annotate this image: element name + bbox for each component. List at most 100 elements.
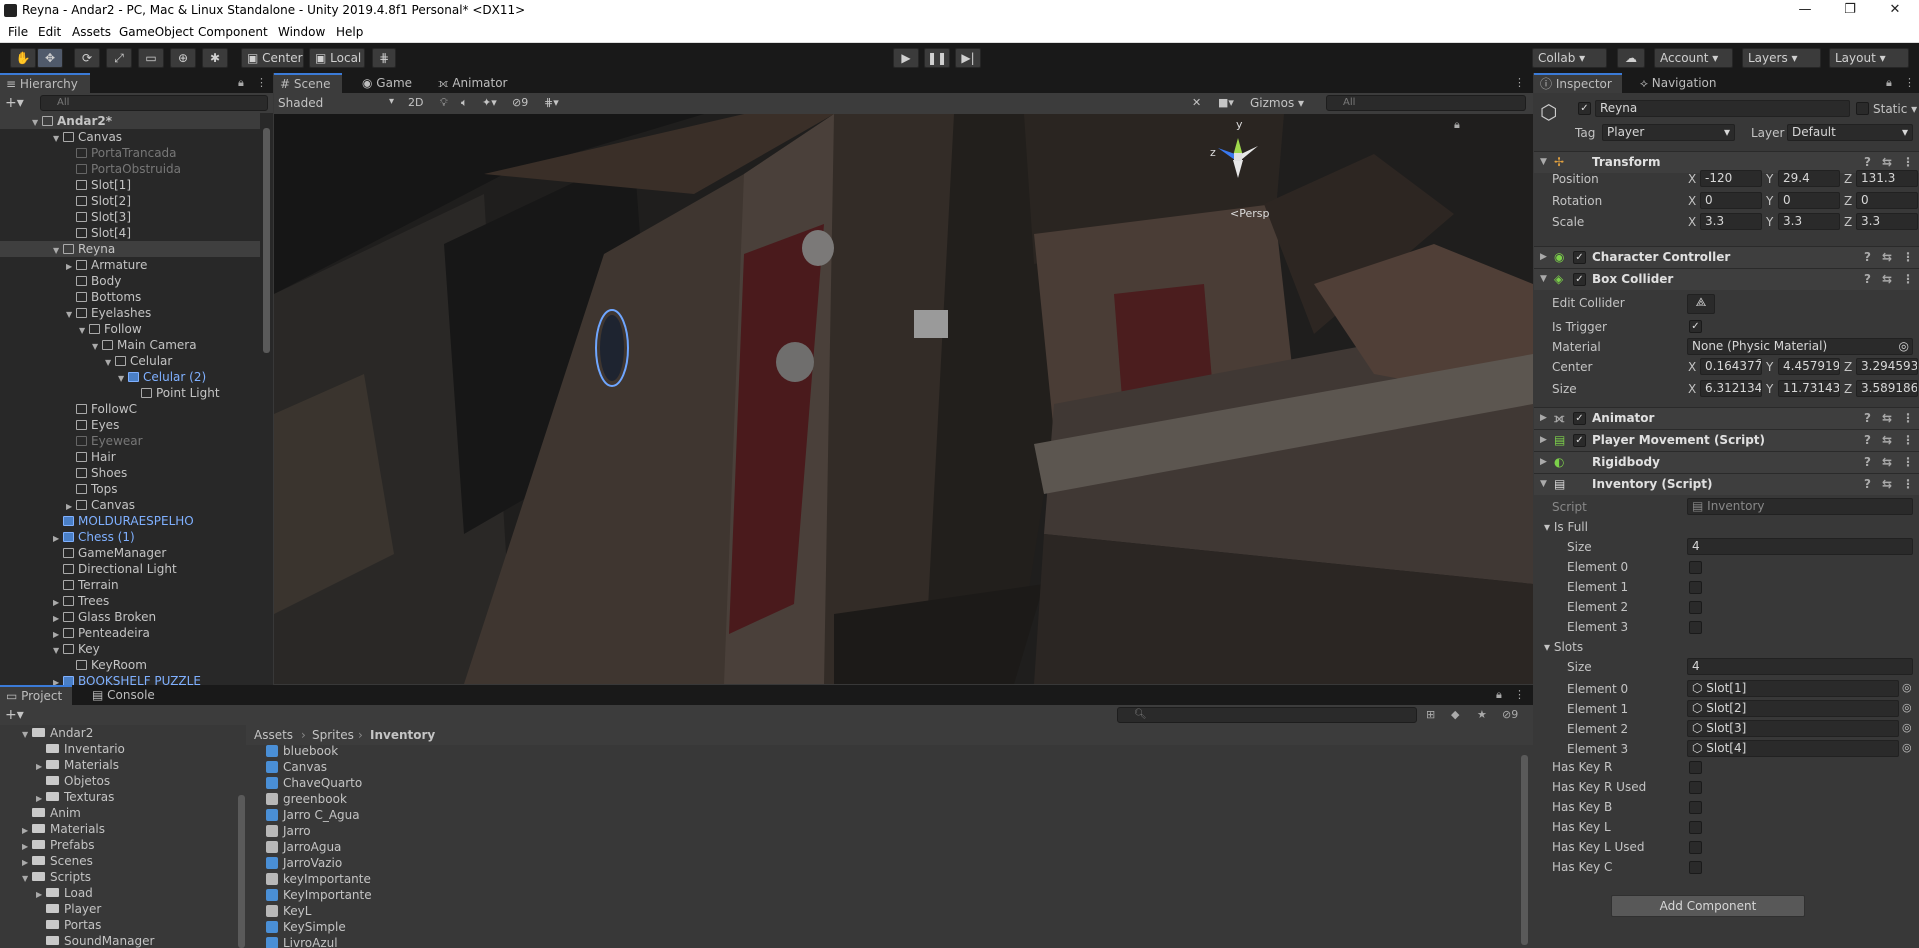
axis-y-label[interactable]: Y	[1766, 215, 1773, 229]
is-full-element-checkbox[interactable]	[1689, 561, 1702, 574]
hierarchy-item[interactable]: ▼ Follow	[0, 321, 260, 337]
axis-z-label[interactable]: Z	[1844, 172, 1852, 186]
shading-mode-dropdown[interactable]: Shaded	[278, 96, 323, 110]
object-picker-icon[interactable]: ◎	[1902, 721, 1912, 734]
is-trigger-checkbox[interactable]: ✓	[1689, 320, 1702, 333]
preset-icon[interactable]: ⇆	[1882, 408, 1892, 429]
preset-icon[interactable]: ⇆	[1882, 247, 1892, 268]
folder-tree-item[interactable]: ▼ Scripts	[0, 869, 91, 885]
folder-tree-item[interactable]: Player	[0, 901, 101, 917]
box-size-y-field[interactable]: 11.73143	[1778, 380, 1840, 397]
move-tool-icon[interactable]: ✥	[37, 48, 63, 68]
inspector-lock-icon[interactable]: 🔒︎	[1886, 76, 1892, 90]
box-size-z-field[interactable]: 3.589186	[1856, 380, 1918, 397]
rigidbody-header[interactable]: ▶ ◐ Rigidbody ? ⇆ ⋮	[1534, 451, 1919, 473]
component-menu-icon[interactable]: ⋮	[1902, 430, 1914, 451]
rotation-y-field[interactable]: 0	[1778, 192, 1840, 209]
rect-tool-icon[interactable]: ▭	[138, 48, 164, 68]
component-menu-icon[interactable]: ⋮	[1902, 269, 1914, 290]
slot-object-field[interactable]: ⬡ Slot[4]	[1687, 740, 1899, 757]
static-label[interactable]: Static ▾	[1873, 102, 1917, 116]
layers-dropdown[interactable]: Layers ▾	[1742, 48, 1821, 68]
hierarchy-item[interactable]: Bottoms	[0, 289, 260, 305]
folder-tree-item[interactable]: ▶ Load	[0, 885, 93, 901]
slot-object-field[interactable]: ⬡ Slot[2]	[1687, 700, 1899, 717]
object-name-field[interactable]: Reyna	[1595, 100, 1850, 117]
folder-tree-item[interactable]: ▼ Andar2	[0, 725, 93, 741]
box-center-z-field[interactable]: 3.294593	[1856, 358, 1918, 375]
is-full-element-checkbox[interactable]	[1689, 621, 1702, 634]
hierarchy-item[interactable]: ▶ Canvas	[0, 497, 260, 513]
folder-tree-item[interactable]: Objetos	[0, 773, 110, 789]
viewport-lock-icon[interactable]: 🔒︎	[1454, 118, 1460, 132]
menu-component[interactable]: Component	[198, 25, 268, 39]
asset-item[interactable]: KeySimple	[266, 919, 346, 935]
help-icon[interactable]: ?	[1864, 269, 1871, 290]
scene-search-input[interactable]: All	[1326, 95, 1526, 111]
help-icon[interactable]: ?	[1864, 408, 1871, 429]
hierarchy-item[interactable]: ▶ Trees	[0, 593, 260, 609]
hierarchy-item[interactable]: ▼ Reyna	[0, 241, 260, 257]
position-y-field[interactable]: 29.4	[1778, 170, 1840, 187]
tab-project[interactable]: ▭ Project	[0, 685, 72, 705]
folder-tree-item[interactable]: ▶ Texturas	[0, 789, 114, 805]
object-picker-icon[interactable]: ◎	[1902, 701, 1912, 714]
hidden-packages-icon[interactable]: ⊘9	[1502, 708, 1518, 721]
asset-item[interactable]: bluebook	[266, 745, 338, 759]
hierarchy-item[interactable]: Slot[2]	[0, 193, 260, 209]
help-icon[interactable]: ?	[1864, 430, 1871, 451]
bool-field-checkbox[interactable]	[1689, 781, 1702, 794]
audio-toggle-icon[interactable]: 🔈︎	[461, 96, 468, 110]
preset-icon[interactable]: ⇆	[1882, 474, 1892, 495]
object-picker-icon[interactable]: ◎	[1902, 681, 1912, 694]
box-size-x-field[interactable]: 6.312134	[1700, 380, 1762, 397]
tab-game[interactable]: ◉ Game	[356, 73, 416, 93]
hierarchy-search-input[interactable]: All	[40, 95, 268, 111]
project-search-input[interactable]: 🔍︎	[1117, 707, 1417, 723]
play-button-icon[interactable]: ▶	[893, 48, 919, 68]
scale-y-field[interactable]: 3.3	[1778, 213, 1840, 230]
hierarchy-item[interactable]: ▶ Armature	[0, 257, 260, 273]
menu-help[interactable]: Help	[336, 25, 363, 39]
tag-dropdown[interactable]: Player ▾	[1602, 124, 1735, 141]
player-movement-header[interactable]: ▶ ▤ ✓ Player Movement (Script) ? ⇆ ⋮	[1534, 429, 1919, 451]
hierarchy-item[interactable]: Point Light	[0, 385, 260, 401]
project-more-icon[interactable]: ⋮	[1514, 688, 1525, 701]
hierarchy-item[interactable]: Slot[4]	[0, 225, 260, 241]
asset-item[interactable]: keyImportante	[266, 871, 371, 887]
menu-assets[interactable]: Assets	[72, 25, 111, 39]
layer-dropdown[interactable]: Default ▾	[1787, 124, 1913, 141]
close-button[interactable]: ✕	[1880, 2, 1910, 17]
perspective-label[interactable]: <Persp	[1230, 207, 1269, 220]
axis-y-label[interactable]: Y	[1766, 360, 1773, 374]
asset-item[interactable]: greenbook	[266, 791, 347, 807]
slots-foldout[interactable]: ▾ Slots	[1544, 640, 1583, 654]
filter-type-icon[interactable]: ⊞	[1426, 708, 1435, 721]
asset-item[interactable]: JarroVazio	[266, 855, 342, 871]
asset-item[interactable]: Jarro C_Agua	[266, 807, 360, 823]
menu-edit[interactable]: Edit	[38, 25, 61, 39]
layout-dropdown[interactable]: Layout ▾	[1829, 48, 1909, 68]
pause-button-icon[interactable]: ❚❚	[924, 48, 950, 68]
hand-tool-icon[interactable]: ✋	[10, 48, 36, 68]
create-plus-icon[interactable]: +▾	[5, 95, 24, 111]
box-collider-header[interactable]: ▼ ◈ ✓ Box Collider ? ⇆ ⋮	[1534, 268, 1919, 290]
help-icon[interactable]: ?	[1864, 474, 1871, 495]
hidden-objects-icon[interactable]: ⊘9	[512, 96, 528, 109]
folder-tree-item[interactable]: ▶ Scenes	[0, 853, 93, 869]
position-z-field[interactable]: 131.3	[1856, 170, 1918, 187]
folder-tree-item[interactable]: Inventario	[0, 741, 125, 757]
is-full-element-checkbox[interactable]	[1689, 581, 1702, 594]
is-full-size-field[interactable]: 4	[1687, 538, 1913, 555]
hierarchy-item[interactable]: ▼ Celular (2)	[0, 369, 260, 385]
box-collider-enabled-checkbox[interactable]: ✓	[1573, 273, 1586, 286]
character-controller-header[interactable]: ▶ ◉ ✓ Character Controller ? ⇆ ⋮	[1534, 246, 1919, 268]
component-menu-icon[interactable]: ⋮	[1902, 408, 1914, 429]
scene-root-item[interactable]: ▼ Andar2*	[0, 113, 260, 129]
hierarchy-item[interactable]: ▼ Canvas	[0, 129, 260, 145]
animator-header[interactable]: ▶ ⟗ ✓ Animator ? ⇆ ⋮	[1534, 407, 1919, 429]
character-controller-enabled-checkbox[interactable]: ✓	[1573, 251, 1586, 264]
help-icon[interactable]: ?	[1864, 247, 1871, 268]
hierarchy-item[interactable]: Hair	[0, 449, 260, 465]
folder-tree-item[interactable]: ▶ Materials	[0, 757, 119, 773]
